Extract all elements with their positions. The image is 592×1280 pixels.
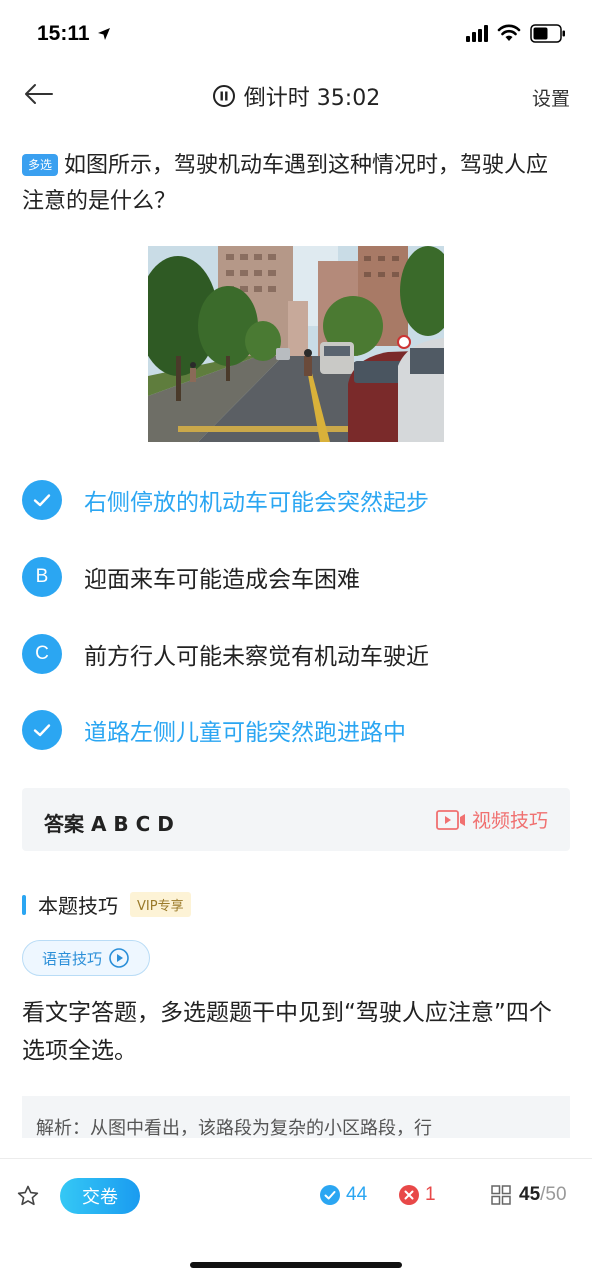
progress-current: 45 bbox=[519, 1184, 541, 1205]
option-a-check-icon bbox=[22, 480, 62, 520]
answer-box: 答案 A B C D 视频技巧 bbox=[22, 788, 570, 851]
analysis-text: 解析：从图中看出，该路段为复杂的小区路段，行 bbox=[36, 1118, 432, 1138]
tip-header: 本题技巧 VIP专享 bbox=[22, 890, 191, 919]
pause-icon[interactable] bbox=[212, 84, 236, 108]
option-d[interactable]: 道路左侧儿童可能突然跑进路中 bbox=[22, 708, 570, 752]
countdown-timer[interactable]: 倒计时 35:02 bbox=[0, 80, 592, 112]
option-d-text: 道路左侧儿童可能突然跑进路中 bbox=[84, 720, 406, 746]
star-icon[interactable] bbox=[16, 1184, 40, 1208]
option-c[interactable]: C 前方行人可能未察觉有机动车驶近 bbox=[22, 632, 570, 676]
nav-bar: 倒计时 35:02 设置 bbox=[0, 64, 592, 128]
tip-content: 看文字答题，多选题题干中见到“驾驶人应注意”四个选项全选。 bbox=[22, 1000, 552, 1064]
settings-button[interactable]: 设置 bbox=[532, 84, 570, 111]
question-text: 如图所示，驾驶机动车遇到这种情况时，驾驶人应注意的是什么？ bbox=[22, 153, 549, 214]
option-c-letter: C bbox=[22, 634, 62, 674]
bottom-bar: 交卷 44 1 45/50 bbox=[0, 1158, 592, 1232]
voice-tip-label: 语音技巧 bbox=[41, 949, 102, 968]
progress-total: /50 bbox=[540, 1184, 567, 1205]
option-d-check-icon bbox=[22, 710, 62, 750]
home-indicator[interactable] bbox=[190, 1262, 402, 1268]
grid-icon bbox=[491, 1185, 511, 1205]
correct-check-icon bbox=[320, 1185, 340, 1205]
vip-badge: VIP专享 bbox=[130, 892, 191, 917]
video-icon bbox=[436, 809, 465, 830]
option-a[interactable]: 右侧停放的机动车可能会突然起步 bbox=[22, 478, 570, 522]
voice-tip-button[interactable]: 语音技巧 bbox=[22, 940, 150, 976]
video-tip-button[interactable]: 视频技巧 bbox=[436, 806, 548, 833]
answer-text: 答案 A B C D bbox=[44, 812, 174, 836]
question-stem: 多选 如图所示，驾驶机动车遇到这种情况时，驾驶人应注意的是什么？ bbox=[22, 148, 570, 220]
question-progress[interactable]: 45/50 bbox=[490, 1184, 567, 1206]
wrong-count[interactable]: 1 bbox=[399, 1184, 436, 1206]
battery-icon bbox=[530, 24, 565, 43]
timer-text: 倒计时 35:02 bbox=[243, 86, 381, 111]
tip-title: 本题技巧 bbox=[38, 894, 118, 918]
wrong-count-value: 1 bbox=[425, 1184, 436, 1205]
correct-count[interactable]: 44 bbox=[320, 1184, 367, 1206]
analysis-box: 解析：从图中看出，该路段为复杂的小区路段，行 bbox=[22, 1096, 570, 1138]
section-marker bbox=[22, 894, 26, 915]
status-time: 15:11 bbox=[37, 22, 90, 45]
wifi-icon bbox=[497, 24, 521, 41]
option-a-text: 右侧停放的机动车可能会突然起步 bbox=[84, 490, 429, 516]
submit-exam-button[interactable]: 交卷 bbox=[60, 1178, 140, 1214]
video-tip-label: 视频技巧 bbox=[471, 810, 548, 832]
cellular-signal-icon bbox=[466, 25, 488, 42]
correct-count-value: 44 bbox=[346, 1184, 368, 1205]
play-icon bbox=[109, 948, 129, 968]
option-c-text: 前方行人可能未察觉有机动车驶近 bbox=[84, 644, 429, 670]
location-arrow-icon bbox=[98, 28, 110, 40]
option-b-letter: B bbox=[22, 557, 62, 597]
question-type-badge: 多选 bbox=[22, 154, 59, 176]
option-b[interactable]: B 迎面来车可能造成会车困难 bbox=[22, 555, 570, 599]
question-scene-image[interactable] bbox=[148, 246, 444, 442]
option-b-text: 迎面来车可能造成会车困难 bbox=[84, 567, 360, 593]
status-bar: 15:11 bbox=[0, 0, 592, 64]
wrong-x-icon bbox=[399, 1185, 419, 1205]
